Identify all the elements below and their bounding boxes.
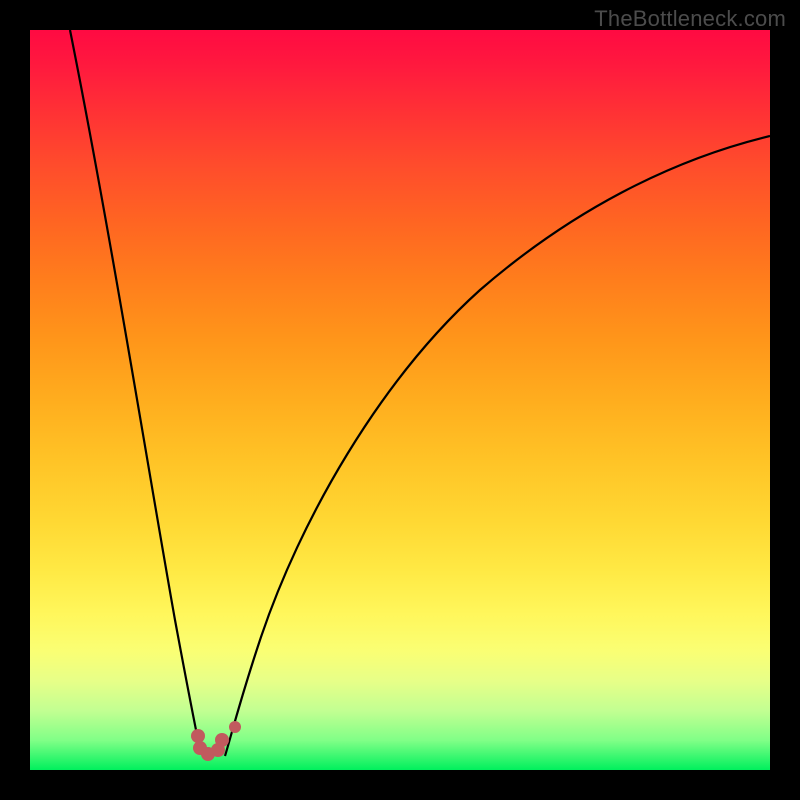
marker-dot-right [229, 721, 241, 733]
marker-notch-right [215, 733, 229, 747]
marker-notch-left [191, 729, 205, 743]
marker-layer [30, 30, 770, 770]
u-marker-group [191, 721, 241, 761]
watermark-text: TheBottleneck.com [594, 6, 786, 32]
plot-area [30, 30, 770, 770]
chart-frame: TheBottleneck.com [0, 0, 800, 800]
